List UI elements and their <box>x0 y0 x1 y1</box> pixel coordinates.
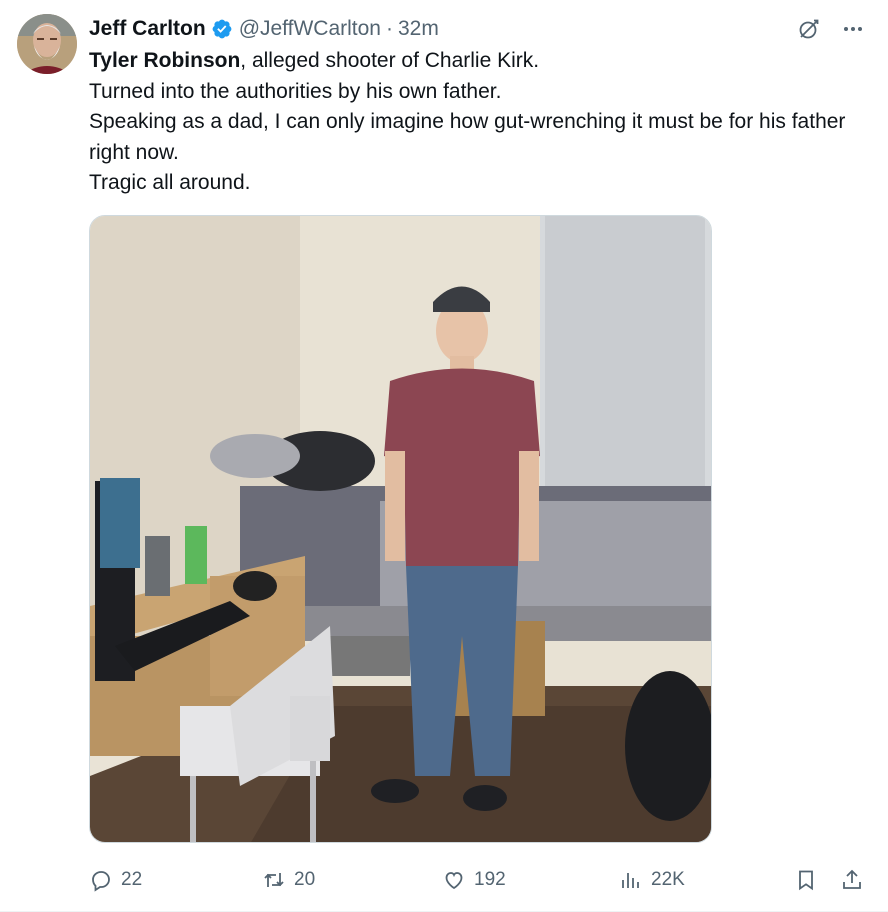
views-count: 22K <box>651 869 685 890</box>
verified-badge-icon[interactable] <box>211 18 233 40</box>
dorm-room-photo <box>90 216 711 842</box>
post-time[interactable]: 32m <box>398 17 439 41</box>
avatar-image <box>17 14 77 74</box>
share-button[interactable] <box>840 862 864 898</box>
like-button[interactable]: 192 <box>442 862 506 898</box>
retweet-count: 20 <box>294 869 316 890</box>
like-count: 192 <box>474 869 506 890</box>
mentioned-name: Tyler Robinson <box>89 49 241 72</box>
tweet-line-3: Speaking as a dad, I can only imagine ho… <box>89 110 846 164</box>
bookmark-icon <box>799 870 813 891</box>
author-handle[interactable]: @JeffWCarlton <box>239 17 381 41</box>
bookmark-button[interactable] <box>794 862 818 898</box>
grok-icon[interactable] <box>796 16 822 42</box>
reply-button[interactable]: 22 <box>89 862 142 898</box>
retweet-icon <box>264 873 284 887</box>
views-icon <box>622 873 639 888</box>
views-button[interactable]: 22K <box>619 862 685 898</box>
author-name[interactable]: Jeff Carlton <box>89 17 206 41</box>
tweet-line-1: Tyler Robinson, alleged shooter of Charl… <box>89 46 869 77</box>
share-icon <box>843 869 861 889</box>
retweet-button[interactable]: 20 <box>262 862 315 898</box>
tweet-header: Jeff Carlton @JeffWCarlton · 32m <box>89 14 439 44</box>
avatar[interactable] <box>17 14 77 74</box>
heart-icon <box>445 872 463 890</box>
tweet-text: Tyler Robinson, alleged shooter of Charl… <box>89 46 869 199</box>
more-icon[interactable] <box>840 16 866 42</box>
tweet-line-4: Tragic all around. <box>89 171 251 194</box>
tweet-line-1-rest: , alleged shooter of Charlie Kirk. <box>240 49 540 72</box>
tweet-photo[interactable] <box>89 215 712 843</box>
reply-count: 22 <box>121 869 143 890</box>
reply-icon <box>92 871 110 892</box>
top-actions <box>796 16 866 42</box>
separator-dot: · <box>386 17 393 40</box>
tweet-line-2: Turned into the authorities by his own f… <box>89 79 502 103</box>
action-bar: 22 20 192 22K <box>0 862 888 898</box>
